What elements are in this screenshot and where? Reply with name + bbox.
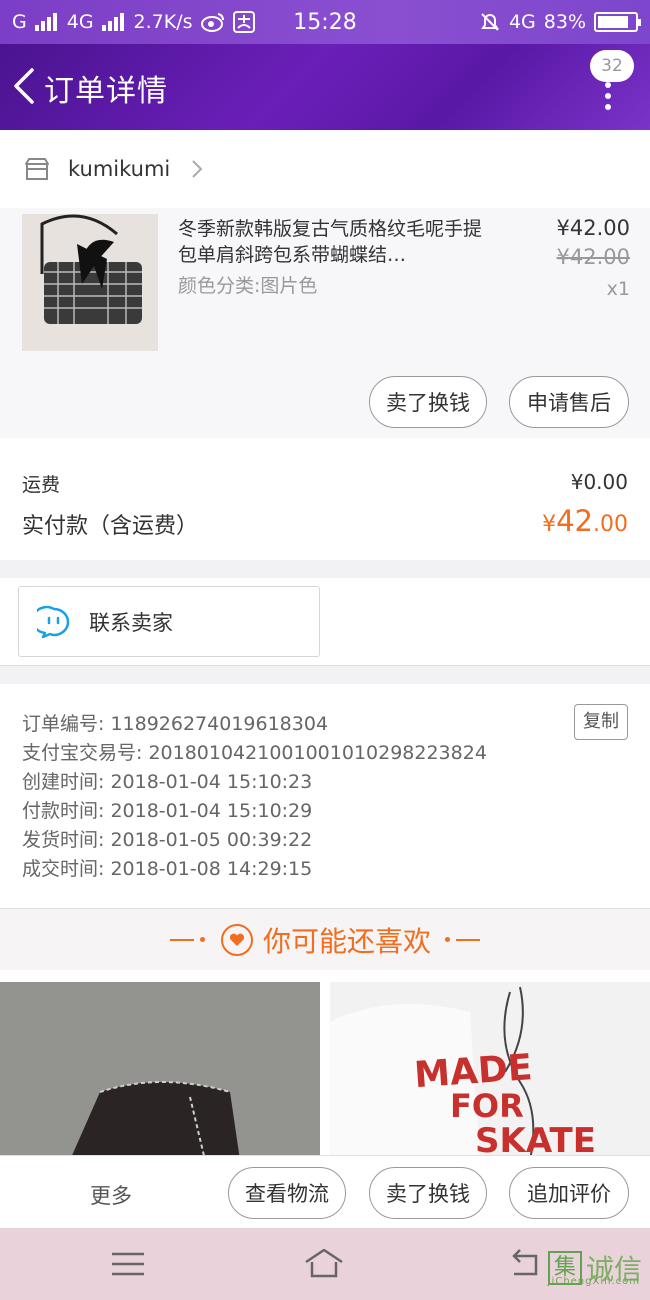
- recommend-title: 你可能还喜欢: [262, 924, 431, 958]
- recommend-grid: MADE FOR SKATE: [0, 970, 650, 1160]
- sell-again-button[interactable]: 卖了换钱: [369, 1167, 487, 1219]
- status-right: 4G 83%: [479, 11, 641, 33]
- paid-label: 实付款（含运费）: [22, 514, 199, 539]
- status-bar: G 4G 2.7K/s 15:28 4G 83%: [0, 0, 650, 44]
- network-4g-label: 4G: [66, 11, 94, 33]
- alipay-trade-number: 支付宝交易号: 2018010421001001010298223824: [22, 742, 487, 764]
- add-review-button[interactable]: 追加评价: [509, 1167, 629, 1219]
- view-logistics-button[interactable]: 查看物流: [228, 1167, 346, 1219]
- weibo-icon: [200, 13, 224, 32]
- bottom-action-bar: 更多 查看物流 卖了换钱 追加评价: [0, 1155, 650, 1228]
- shop-name: kumikumi: [68, 157, 171, 181]
- battery-icon: [594, 12, 641, 32]
- product-thumbnail: [0, 982, 320, 1160]
- message-count-badge[interactable]: 32: [590, 50, 634, 82]
- dot-icon: [605, 104, 611, 110]
- contact-seller-button[interactable]: 联系卖家: [18, 586, 320, 657]
- product-card[interactable]: 冬季新款韩版复古气质格纹毛呢手提包单肩斜跨包系带蝴蝶结… 颜色分类:图片色 ¥4…: [0, 208, 650, 438]
- alipay-icon: [232, 11, 255, 33]
- more-button[interactable]: 更多: [90, 1180, 132, 1210]
- recommend-item[interactable]: [0, 982, 320, 1160]
- back-nav-icon: [512, 1249, 538, 1276]
- chat-bubble-icon: [37, 605, 70, 638]
- contact-section: 联系卖家: [0, 578, 650, 666]
- signal-icon-2: [101, 13, 124, 31]
- paid-currency: ¥: [542, 512, 557, 537]
- shipping-label: 运费: [22, 474, 61, 496]
- alarm-off-icon: [481, 13, 499, 31]
- product-sku: 颜色分类:图片色: [178, 275, 318, 297]
- completed-time: 成交时间: 2018-01-08 14:29:15: [22, 858, 313, 880]
- back-button[interactable]: [10, 64, 40, 108]
- shop-row[interactable]: kumikumi: [0, 130, 650, 208]
- order-info: 订单编号: 118926274019618304 支付宝交易号: 2018010…: [0, 684, 650, 908]
- more-menu-button[interactable]: [596, 82, 620, 122]
- handbag-image: [22, 214, 158, 351]
- system-nav-bar: 集 诚信 JiChengXin.com: [0, 1228, 650, 1300]
- fee-section: 运费 ¥0.00 实付款（含运费） ¥42.00: [0, 438, 650, 560]
- menu-button[interactable]: [106, 1244, 150, 1284]
- paid-amount: ¥42.00: [542, 504, 628, 538]
- recommend-header: 你可能还喜欢: [0, 908, 650, 970]
- product-image[interactable]: [22, 214, 158, 351]
- shipping-value: ¥0.00: [570, 470, 628, 494]
- network-label: G: [12, 11, 27, 33]
- status-left: G 4G 2.7K/s: [12, 11, 255, 33]
- product-title: 冬季新款韩版复古气质格纹毛呢手提包单肩斜跨包系带蝴蝶结…: [178, 218, 483, 266]
- home-button[interactable]: [302, 1244, 346, 1284]
- back-nav-button[interactable]: [504, 1244, 548, 1284]
- app-header: 订单详情 32: [0, 44, 650, 130]
- product-original-price: ¥42.00: [556, 245, 630, 269]
- divider-line: [456, 938, 480, 941]
- print-word-for: FOR: [450, 1087, 524, 1125]
- divider-dot: [199, 937, 205, 942]
- dot-icon: [605, 93, 611, 99]
- copy-button[interactable]: 复制: [574, 704, 628, 740]
- heart-icon: [220, 923, 253, 956]
- created-time: 创建时间: 2018-01-04 15:10:23: [22, 771, 313, 793]
- watermark-domain: JiChengXin.com: [547, 1276, 640, 1287]
- product-thumbnail: MADE FOR SKATE: [330, 982, 650, 1160]
- order-number: 订单编号: 118926274019618304: [22, 713, 329, 735]
- dot-icon: [605, 82, 611, 88]
- recommend-item[interactable]: MADE FOR SKATE: [330, 982, 650, 1160]
- after-sales-button[interactable]: 申请售后: [509, 376, 629, 428]
- sell-button[interactable]: 卖了换钱: [369, 376, 487, 428]
- paid-time: 付款时间: 2018-01-04 15:10:29: [22, 800, 313, 822]
- network-right-label: 4G: [508, 11, 536, 33]
- battery-fill: [598, 16, 628, 28]
- menu-icon: [112, 1252, 144, 1276]
- battery-percent: 83%: [543, 11, 586, 33]
- paid-integer: 42: [556, 504, 593, 538]
- chevron-left-icon: [14, 68, 34, 104]
- product-price: ¥42.00: [556, 216, 630, 240]
- product-quantity: x1: [606, 278, 630, 300]
- shipped-time: 发货时间: 2018-01-05 00:39:22: [22, 829, 313, 851]
- shop-icon: [25, 158, 49, 180]
- page-title: 订单详情: [44, 74, 168, 109]
- network-speed: 2.7K/s: [133, 11, 193, 33]
- chevron-right-icon: [192, 160, 203, 178]
- divider-dot: [445, 937, 450, 942]
- signal-icon: [34, 13, 57, 31]
- divider-line: [169, 938, 194, 941]
- paid-decimal: .00: [593, 512, 628, 537]
- contact-seller-label: 联系卖家: [89, 610, 173, 635]
- home-icon: [305, 1248, 343, 1278]
